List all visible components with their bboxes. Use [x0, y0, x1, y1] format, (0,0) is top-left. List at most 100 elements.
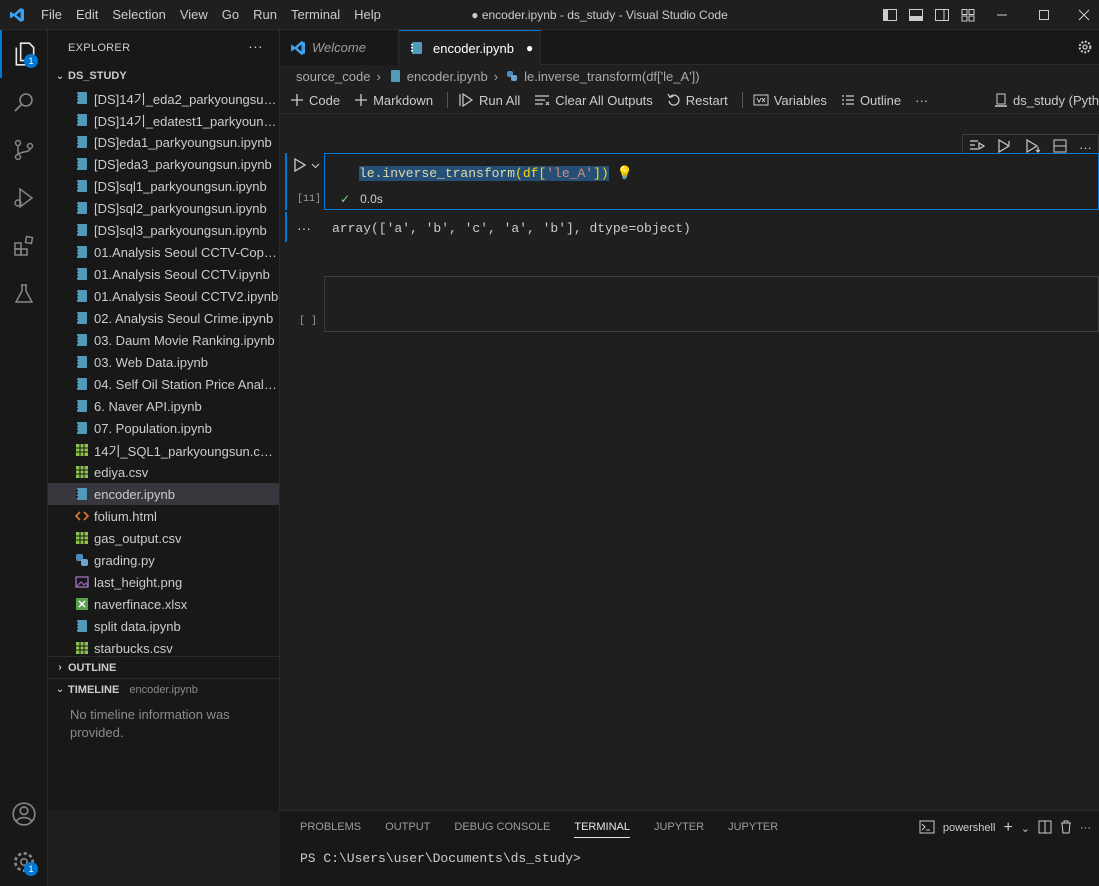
clear-all-outputs-button[interactable]: Clear All Outputs — [534, 93, 653, 108]
terminal-prompt[interactable]: PS C:\Users\user\Documents\ds_study> — [300, 851, 581, 866]
panel-tab-jupyter[interactable]: JUPYTER — [728, 821, 778, 838]
notebook-file-icon — [74, 222, 90, 238]
toggle-secondary-sidebar-icon[interactable] — [933, 6, 951, 24]
variables-button[interactable]: Variables — [753, 93, 827, 108]
notebook-file-icon — [74, 332, 90, 348]
file-item[interactable]: naverfinace.xlsx — [48, 593, 279, 615]
notebook-file-icon — [74, 244, 90, 260]
search-icon[interactable] — [0, 78, 48, 126]
tab-encoder[interactable]: encoder.ipynb ● — [399, 30, 541, 65]
accounts-icon[interactable] — [0, 790, 48, 838]
terminal-controls: powershell + ⌄ ··· — [919, 819, 1091, 837]
explorer-title: EXPLORER — [68, 41, 131, 54]
testing-flask-icon[interactable] — [0, 270, 48, 318]
file-item[interactable]: 07. Population.ipynb — [48, 417, 279, 439]
extensions-icon[interactable] — [0, 222, 48, 270]
run-cell-button[interactable] — [293, 158, 320, 172]
file-name: 01.Analysis Seoul CCTV2.ipynb — [94, 288, 279, 304]
file-item[interactable]: folium.html — [48, 505, 279, 527]
file-item[interactable]: [DS]eda3_parkyoungsun.ipynb — [48, 153, 279, 175]
run-debug-icon[interactable] — [0, 174, 48, 222]
code-cell[interactable]: le.inverse_transform(df['le_A']) 💡 — [324, 153, 1099, 210]
panel-tab-output[interactable]: OUTPUT — [385, 821, 430, 838]
file-item[interactable]: starbucks.csv — [48, 637, 279, 656]
add-markdown-cell-button[interactable]: Markdown — [354, 93, 433, 108]
csv-file-icon — [74, 640, 90, 656]
shell-name[interactable]: powershell — [943, 822, 996, 834]
outline-button[interactable]: Outline — [841, 93, 901, 108]
file-item[interactable]: 04. Self Oil Station Price Analys... — [48, 373, 279, 395]
breadcrumb-file[interactable]: encoder.ipynb — [407, 69, 488, 84]
panel-tab-terminal[interactable]: TERMINAL — [574, 821, 630, 838]
file-item[interactable]: last_height.png — [48, 571, 279, 593]
file-name: naverfinace.xlsx — [94, 596, 188, 612]
panel-tab-jupyter[interactable]: JUPYTER — [654, 821, 704, 838]
file-name: encoder.ipynb — [94, 486, 175, 502]
file-item[interactable]: split data.ipynb — [48, 615, 279, 637]
file-item[interactable]: [DS]eda1_parkyoungsun.ipynb — [48, 131, 279, 153]
html-file-icon — [74, 508, 90, 524]
notebook-file-icon — [74, 112, 90, 128]
editor-settings-gear-icon[interactable] — [1077, 30, 1099, 64]
panel-tab-problems[interactable]: PROBLEMS — [300, 821, 361, 838]
file-name: 02. Analysis Seoul Crime.ipynb — [94, 310, 274, 326]
file-item[interactable]: 03. Daum Movie Ranking.ipynb — [48, 329, 279, 351]
panel-tab-debug-console[interactable]: DEBUG CONSOLE — [454, 821, 550, 838]
notebook-file-icon — [74, 376, 90, 392]
explorer-badge: 1 — [24, 54, 38, 68]
tab-welcome[interactable]: Welcome — [280, 30, 399, 65]
lightbulb-icon[interactable]: 💡 — [616, 166, 632, 181]
chevron-right-icon: › — [493, 68, 499, 84]
unsaved-dot-icon[interactable]: ● — [526, 41, 533, 55]
chevron-down-icon[interactable]: ⌄ — [1021, 822, 1030, 835]
file-item[interactable]: 01.Analysis Seoul CCTV.ipynb — [48, 263, 279, 285]
file-item[interactable]: [DS]sql1_parkyoungsun.ipynb — [48, 175, 279, 197]
file-item[interactable]: 01.Analysis Seoul CCTV-Copy1.... — [48, 241, 279, 263]
explorer-icon[interactable]: 1 — [0, 30, 48, 78]
folder-ds-study[interactable]: ⌄ DS_STUDY — [48, 65, 279, 87]
add-code-cell-button[interactable]: Code — [290, 93, 340, 108]
timeline-section[interactable]: ⌄ TIMELINE encoder.ipynb — [48, 678, 279, 700]
file-name: [DS]14기_edatest1_parkyoungs... — [94, 113, 279, 129]
source-control-icon[interactable] — [0, 126, 48, 174]
empty-code-cell[interactable] — [324, 276, 1099, 332]
panel-more-icon[interactable]: ··· — [1080, 822, 1091, 834]
customize-layout-icon[interactable] — [959, 6, 977, 24]
close-icon[interactable] — [1069, 6, 1099, 24]
file-item[interactable]: 6. Naver API.ipynb — [48, 395, 279, 417]
file-item[interactable]: 01.Analysis Seoul CCTV2.ipynb — [48, 285, 279, 307]
file-item[interactable]: 03. Web Data.ipynb — [48, 351, 279, 373]
file-item[interactable]: 14기_SQL1_parkyoungsun.csv.c... — [48, 439, 279, 461]
file-item[interactable]: [DS]sql2_parkyoungsun.ipynb — [48, 197, 279, 219]
more-actions-icon[interactable]: ··· — [248, 38, 263, 54]
file-item[interactable]: ediya.csv — [48, 461, 279, 483]
split-terminal-icon[interactable] — [1038, 820, 1052, 837]
breadcrumb-cell[interactable]: le.inverse_transform(df['le_A']) — [524, 69, 699, 84]
trash-icon[interactable] — [1060, 820, 1072, 837]
file-item[interactable]: [DS]14기_edatest1_parkyoungs... — [48, 109, 279, 131]
new-terminal-icon[interactable]: + — [1003, 819, 1012, 837]
minimize-icon[interactable] — [985, 6, 1019, 24]
file-item[interactable]: encoder.ipynb — [48, 483, 279, 505]
more-actions-icon[interactable]: ··· — [915, 93, 928, 108]
outline-section[interactable]: › OUTLINE — [48, 656, 279, 678]
file-item[interactable]: [DS]14기_eda2_parkyoungsun.i... — [48, 87, 279, 109]
file-item[interactable]: gas_output.csv — [48, 527, 279, 549]
tab-welcome-label: Welcome — [312, 40, 366, 55]
file-item[interactable]: 02. Analysis Seoul Crime.ipynb — [48, 307, 279, 329]
cell-code[interactable]: le.inverse_transform(df['le_A']) 💡 — [359, 166, 633, 181]
cell-output: array(['a', 'b', 'c', 'a', 'b'], dtype=o… — [332, 221, 691, 236]
file-item[interactable]: [DS]sql3_parkyoungsun.ipynb — [48, 219, 279, 241]
settings-gear-icon[interactable]: 1 — [0, 838, 48, 886]
run-all-button[interactable]: Run All — [458, 93, 520, 108]
maximize-icon[interactable] — [1027, 6, 1061, 24]
timeline-file: encoder.ipynb — [129, 683, 198, 696]
file-item[interactable]: grading.py — [48, 549, 279, 571]
breadcrumb-folder[interactable]: source_code — [296, 69, 370, 84]
toggle-primary-sidebar-icon[interactable] — [881, 6, 899, 24]
output-more-icon[interactable]: ··· — [297, 220, 311, 236]
terminal-icon — [919, 820, 935, 837]
kernel-picker[interactable]: ds_study (Pyth — [994, 93, 1099, 108]
restart-button[interactable]: Restart — [667, 93, 728, 108]
toggle-panel-icon[interactable] — [907, 6, 925, 24]
